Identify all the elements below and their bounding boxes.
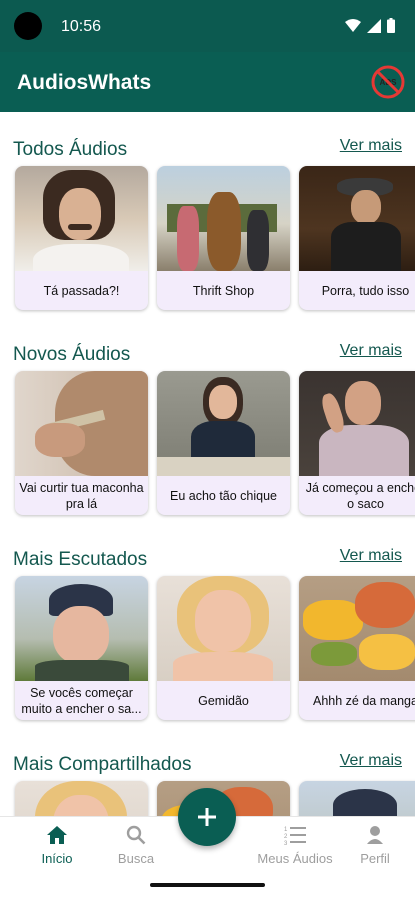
audio-caption: Ahhh zé da manga <box>313 693 415 708</box>
profile-icon <box>367 826 383 844</box>
audio-card[interactable]: Se vocês começar muito a encher o sa... <box>15 576 148 720</box>
audio-thumbnail <box>299 781 415 816</box>
audio-card[interactable] <box>299 781 415 816</box>
audio-caption: Tá passada?! <box>43 283 120 298</box>
audio-caption: Vai curtir tua maconha pra lá <box>19 480 144 511</box>
no-ads-icon[interactable]: ADS <box>371 65 405 99</box>
camera-cutout <box>14 12 42 40</box>
home-indicator[interactable] <box>150 883 265 887</box>
plus-icon <box>198 808 216 826</box>
status-time: 10:56 <box>61 18 102 35</box>
nav-home-label: Início <box>41 851 73 866</box>
app-title: AudiosWhats <box>17 71 152 94</box>
see-more-link[interactable]: Ver mais <box>340 342 402 360</box>
see-more-link[interactable]: Ver mais <box>340 547 402 565</box>
add-audio-button[interactable] <box>178 788 236 846</box>
nav-my-audios-label: Meus Áudios <box>257 851 333 866</box>
svg-text:3: 3 <box>284 841 288 845</box>
wifi-icon <box>345 19 361 32</box>
audio-thumbnail <box>15 371 148 476</box>
audio-card[interactable]: Tá passada?! <box>15 166 148 310</box>
audio-thumbnail <box>15 166 148 271</box>
audio-thumbnail <box>299 576 415 681</box>
audio-caption: Thrift Shop <box>192 283 255 298</box>
home-icon <box>47 826 67 844</box>
audio-card[interactable]: Eu acho tão chique <box>157 371 290 515</box>
status-bar: 10:56 <box>0 0 415 52</box>
nav-profile[interactable]: Perfil <box>330 825 415 866</box>
nav-search[interactable]: Busca <box>91 825 181 866</box>
system-nav-area <box>0 874 415 900</box>
audio-card[interactable]: Vai curtir tua maconha pra lá <box>15 371 148 515</box>
audio-card[interactable]: Já começou a encher o saco <box>299 371 415 515</box>
main-content[interactable]: Todos Áudios Ver mais Tá passada?! Thrif… <box>0 112 415 816</box>
audio-caption: Gemidão <box>198 693 249 708</box>
section-title: Mais Escutados <box>13 549 148 570</box>
section-title: Todos Áudios <box>13 139 128 160</box>
svg-text:1: 1 <box>284 827 288 833</box>
audio-caption: Já começou a encher o saco <box>305 480 415 511</box>
app-bar: AudiosWhats ADS <box>0 52 415 112</box>
status-icons <box>345 18 395 33</box>
audio-card[interactable]: Thrift Shop <box>157 166 290 310</box>
audio-thumbnail <box>157 576 290 681</box>
audio-card[interactable]: Gemidão <box>157 576 290 720</box>
audio-caption: Eu acho tão chique <box>169 488 278 503</box>
nav-profile-label: Perfil <box>360 851 390 866</box>
audio-card[interactable] <box>15 781 148 816</box>
audio-thumbnail <box>299 166 415 271</box>
nav-search-label: Busca <box>117 851 155 866</box>
list-icon: 123 <box>284 827 306 845</box>
audio-thumbnail <box>157 166 290 271</box>
see-more-link[interactable]: Ver mais <box>340 137 402 155</box>
audio-card[interactable]: Porra, tudo isso <box>299 166 415 310</box>
nav-home[interactable]: Início <box>12 825 102 866</box>
audio-caption: Se vocês começar muito a encher o sa... <box>21 685 142 716</box>
audio-thumbnail <box>15 576 148 681</box>
signal-icon <box>367 18 381 33</box>
battery-icon <box>387 18 395 33</box>
section-title: Mais Compartilhados <box>13 754 192 775</box>
audio-thumbnail <box>299 371 415 476</box>
see-more-link[interactable]: Ver mais <box>340 752 402 770</box>
audio-card[interactable]: Ahhh zé da manga <box>299 576 415 720</box>
search-icon <box>126 825 146 845</box>
audio-thumbnail <box>15 781 148 816</box>
nav-my-audios[interactable]: 123 Meus Áudios <box>250 825 340 866</box>
audio-thumbnail <box>157 371 290 476</box>
audio-caption: Porra, tudo isso <box>321 283 410 298</box>
svg-text:2: 2 <box>284 834 288 840</box>
section-title: Novos Áudios <box>13 344 131 365</box>
